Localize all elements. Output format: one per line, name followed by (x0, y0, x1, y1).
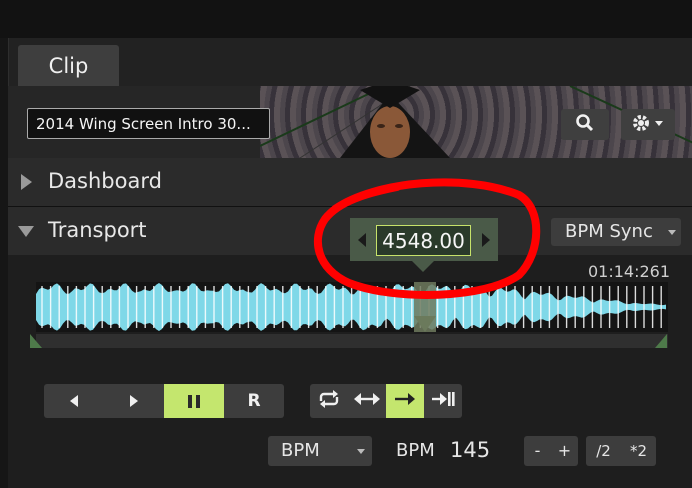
restart-label: R (247, 391, 261, 411)
dashboard-label: Dashboard (48, 169, 162, 193)
tempo-increase-button[interactable]: + (551, 436, 578, 466)
tempo-value[interactable]: 145 (450, 438, 490, 462)
tempo-half-button[interactable]: /2 (586, 436, 621, 466)
search-button[interactable] (561, 109, 609, 140)
play-backward-button[interactable] (44, 384, 104, 418)
timecode-display: 01:14:261 (587, 262, 670, 281)
tempo-double-button[interactable]: *2 (621, 436, 656, 466)
loop-icon (317, 389, 341, 413)
search-icon (575, 113, 595, 137)
play-forward-button[interactable] (104, 384, 164, 418)
play-forward-icon (130, 395, 138, 407)
chevron-down-icon (668, 230, 676, 235)
transport-label: Transport (48, 218, 147, 242)
arrow-to-end-icon (431, 391, 455, 412)
tab-clip[interactable]: Clip (18, 45, 119, 86)
tempo-mode-dropdown[interactable]: BPM (268, 436, 372, 466)
red-circle-annotation (313, 178, 541, 299)
gear-icon (631, 113, 665, 137)
bounce-icon (354, 391, 380, 411)
pause-button[interactable] (164, 384, 224, 418)
chevron-down-icon (357, 449, 365, 454)
settings-button[interactable] (621, 109, 675, 140)
out-point-marker[interactable] (655, 334, 667, 348)
tempo-mode-value: BPM (281, 440, 320, 461)
tempo-decrease-button[interactable]: - (524, 436, 551, 466)
sync-mode-dropdown[interactable]: BPM Sync (551, 218, 681, 246)
expanded-triangle-icon (18, 226, 34, 237)
scrub-bar[interactable] (36, 334, 668, 348)
pause-icon (188, 394, 200, 408)
in-point-marker[interactable] (30, 334, 42, 348)
tempo-label: BPM (396, 440, 435, 461)
play-once-hold-mode-button[interactable] (424, 384, 462, 418)
loop-mode-button[interactable] (310, 384, 348, 418)
play-backward-icon (70, 395, 78, 407)
tab-clip-label: Clip (48, 53, 89, 78)
sync-mode-value: BPM Sync (565, 221, 653, 242)
arrow-right-icon (394, 391, 416, 411)
playhead-handle[interactable] (414, 316, 436, 332)
restart-button[interactable]: R (224, 384, 284, 418)
bounce-mode-button[interactable] (348, 384, 386, 418)
collapsed-triangle-icon (21, 174, 32, 190)
play-once-mode-button[interactable] (386, 384, 424, 418)
clip-name-field[interactable]: 2014 Wing Screen Intro 30... (27, 108, 270, 139)
top-bar (0, 0, 692, 38)
